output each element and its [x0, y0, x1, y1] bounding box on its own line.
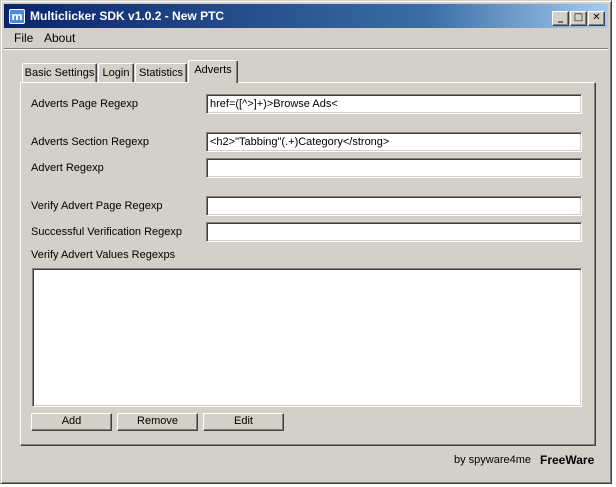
- menu-bar: File About: [4, 29, 608, 48]
- app-window: m Multiclicker SDK v1.0.2 - New PTC _ □ …: [0, 0, 612, 484]
- add-button[interactable]: Add: [31, 413, 112, 431]
- menu-about[interactable]: About: [44, 31, 75, 45]
- successful-verification-regexp-label: Successful Verification Regexp: [31, 226, 183, 238]
- minimize-button[interactable]: _: [552, 11, 569, 26]
- verify-advert-page-regexp-label: Verify Advert Page Regexp: [31, 200, 163, 212]
- successful-verification-regexp-input[interactable]: [206, 222, 582, 242]
- advert-regexp-label: Advert Regexp: [31, 162, 104, 174]
- adverts-section-regexp-label: Adverts Section Regexp: [31, 136, 150, 148]
- adverts-panel: Adverts Page Regexp href=([^>]+)>Browse …: [20, 82, 596, 446]
- footer-license: FreeWare: [540, 453, 595, 467]
- adverts-section-regexp-input[interactable]: <h2>"Tabbing"(.+)Category</strong>: [206, 132, 582, 152]
- tab-adverts[interactable]: Adverts: [188, 60, 238, 83]
- verify-advert-page-regexp-input[interactable]: [206, 196, 582, 216]
- adverts-page-regexp-input[interactable]: href=([^>]+)>Browse Ads<: [206, 94, 582, 114]
- tab-login[interactable]: Login: [98, 63, 134, 83]
- close-button[interactable]: ✕: [588, 11, 605, 26]
- edit-button[interactable]: Edit: [203, 413, 284, 431]
- tab-basic-settings[interactable]: Basic Settings: [22, 63, 97, 83]
- tab-statistics[interactable]: Statistics: [135, 63, 187, 83]
- adverts-page-regexp-label: Adverts Page Regexp: [31, 98, 139, 110]
- window-title: Multiclicker SDK v1.0.2 - New PTC: [30, 9, 225, 23]
- app-icon: m: [9, 9, 25, 24]
- footer-credit: by spyware4me: [454, 454, 532, 466]
- menu-file[interactable]: File: [14, 31, 33, 45]
- remove-button[interactable]: Remove: [117, 413, 198, 431]
- title-bar[interactable]: m Multiclicker SDK v1.0.2 - New PTC _ □ …: [4, 4, 608, 28]
- verify-advert-values-textarea[interactable]: [32, 268, 582, 407]
- verify-advert-values-label: Verify Advert Values Regexps: [31, 249, 176, 261]
- maximize-button[interactable]: □: [570, 11, 587, 26]
- menu-separator: [4, 48, 608, 50]
- advert-regexp-input[interactable]: [206, 158, 582, 178]
